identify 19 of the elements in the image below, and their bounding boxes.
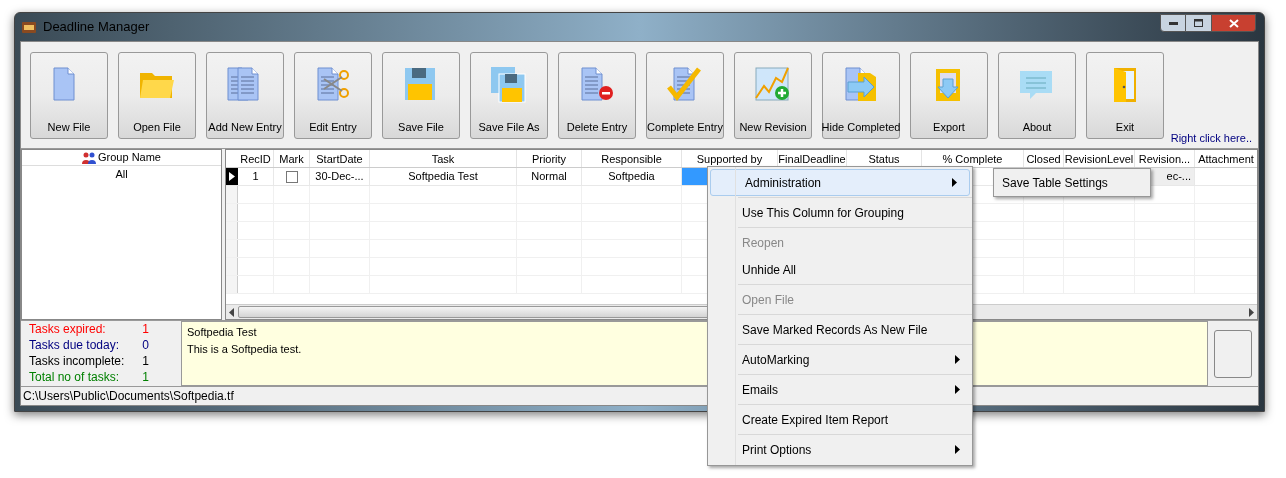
stat-value: 1 bbox=[142, 322, 149, 337]
window-title: Deadline Manager bbox=[43, 18, 150, 37]
column-header: Group Name bbox=[98, 150, 161, 166]
table-cell-text: 30-Dec-... bbox=[315, 169, 364, 185]
stat-value: 1 bbox=[142, 354, 149, 369]
stat-label: Tasks incomplete: bbox=[29, 354, 125, 369]
table-cell-text: Softpedia Test bbox=[408, 169, 478, 185]
stat-label: Tasks expired: bbox=[29, 322, 106, 337]
table-cell-text: 1 bbox=[252, 169, 259, 185]
stat-value: 1 bbox=[142, 370, 149, 385]
stat-label: Tasks due today: bbox=[29, 338, 120, 353]
note-text: This is a Softpedia test. bbox=[187, 341, 302, 357]
table-cell-text: ec-... bbox=[1166, 169, 1191, 185]
table-cell-text: Normal bbox=[531, 169, 567, 185]
note-text: Softpedia Test bbox=[187, 325, 257, 340]
file-path: C:\Users\Public\Documents\Softpedia.tf bbox=[23, 387, 234, 405]
table-cell-text: Softpedia bbox=[608, 169, 655, 185]
stat-label: Total no of tasks: bbox=[29, 370, 120, 385]
stat-value: 0 bbox=[142, 338, 149, 353]
